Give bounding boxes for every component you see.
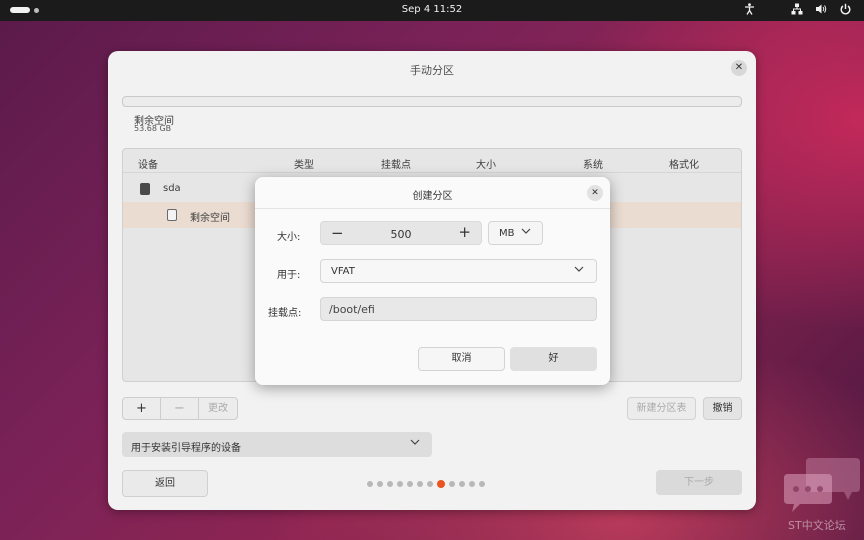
column-format[interactable]: 格式化 bbox=[669, 156, 699, 171]
window-title: 手动分区 bbox=[410, 64, 454, 77]
new-partition-table-button[interactable]: 新建分区表 bbox=[627, 397, 696, 420]
watermark-text: ST中文论坛 bbox=[788, 519, 846, 532]
size-label: 大小: bbox=[277, 232, 301, 243]
use-as-label: 用于: bbox=[277, 270, 301, 281]
filesystem-select[interactable]: VFAT bbox=[320, 259, 597, 283]
volume-icon[interactable] bbox=[814, 3, 828, 18]
column-mount-point[interactable]: 挂载点 bbox=[381, 156, 411, 171]
chevron-down-icon bbox=[574, 265, 584, 275]
ok-button[interactable]: 好 bbox=[510, 347, 597, 371]
partition-toolbar: + − 更改 bbox=[122, 397, 238, 420]
mount-point-label: 挂载点: bbox=[268, 308, 302, 319]
chevron-down-icon bbox=[521, 227, 531, 237]
bootloader-label: 用于安装引导程序的设备 bbox=[131, 443, 241, 454]
size-value[interactable]: 500 bbox=[321, 228, 481, 241]
bootloader-device-select[interactable]: 用于安装引导程序的设备 bbox=[122, 432, 432, 457]
increment-button[interactable]: + bbox=[458, 223, 471, 241]
step-dot bbox=[449, 481, 455, 487]
cancel-button[interactable]: 取消 bbox=[418, 347, 505, 371]
device-name: 剩余空间 bbox=[190, 213, 230, 224]
step-dot bbox=[367, 481, 373, 487]
top-bar: Sep 4 11:52 bbox=[0, 0, 864, 21]
revert-button[interactable]: 撤销 bbox=[703, 397, 742, 420]
step-dot bbox=[397, 481, 403, 487]
column-system[interactable]: 系统 bbox=[583, 156, 603, 171]
device-name: sda bbox=[163, 183, 181, 194]
power-icon[interactable] bbox=[838, 3, 852, 18]
free-space-icon bbox=[167, 209, 177, 221]
column-type[interactable]: 类型 bbox=[294, 156, 314, 171]
add-partition-button[interactable]: + bbox=[123, 398, 161, 419]
step-dot bbox=[407, 481, 413, 487]
step-dot bbox=[479, 481, 485, 487]
size-stepper[interactable]: − 500 + bbox=[320, 221, 482, 245]
column-device[interactable]: 设备 bbox=[138, 156, 158, 171]
dialog-title: 创建分区 bbox=[412, 191, 453, 202]
disk-drive-icon bbox=[140, 183, 150, 195]
step-dot-active bbox=[437, 480, 445, 488]
window-close-button[interactable]: ✕ bbox=[731, 60, 747, 76]
next-button[interactable]: 下一步 bbox=[656, 470, 742, 495]
disk-space-bar bbox=[122, 96, 742, 107]
size-unit-select[interactable]: MB bbox=[488, 221, 543, 245]
system-tray[interactable] bbox=[742, 3, 852, 18]
step-dot bbox=[427, 481, 433, 487]
step-dot bbox=[387, 481, 393, 487]
step-dot bbox=[469, 481, 475, 487]
network-icon[interactable] bbox=[790, 3, 804, 18]
create-partition-dialog: 创建分区 ✕ 大小: − 500 + MB 用于: VFAT 挂载点: 取消 好 bbox=[255, 177, 610, 385]
table-header: 设备 类型 挂载点 大小 系统 格式化 bbox=[123, 149, 741, 173]
step-dot bbox=[377, 481, 383, 487]
column-size[interactable]: 大小 bbox=[476, 156, 496, 171]
unit-value: MB bbox=[499, 228, 515, 239]
filesystem-value: VFAT bbox=[331, 266, 355, 277]
step-indicator bbox=[367, 480, 485, 488]
mount-point-input[interactable] bbox=[320, 297, 597, 321]
accessibility-icon[interactable] bbox=[742, 3, 756, 18]
dialog-close-button[interactable]: ✕ bbox=[587, 185, 603, 201]
dialog-divider bbox=[255, 208, 610, 209]
free-space-size: 53.68 GB bbox=[134, 124, 172, 133]
step-dot bbox=[417, 481, 423, 487]
remove-partition-button[interactable]: − bbox=[161, 398, 199, 419]
change-partition-button[interactable]: 更改 bbox=[199, 398, 237, 419]
chevron-down-icon bbox=[410, 437, 420, 448]
clock[interactable]: Sep 4 11:52 bbox=[0, 4, 864, 15]
back-button[interactable]: 返回 bbox=[122, 470, 208, 497]
step-dot bbox=[459, 481, 465, 487]
